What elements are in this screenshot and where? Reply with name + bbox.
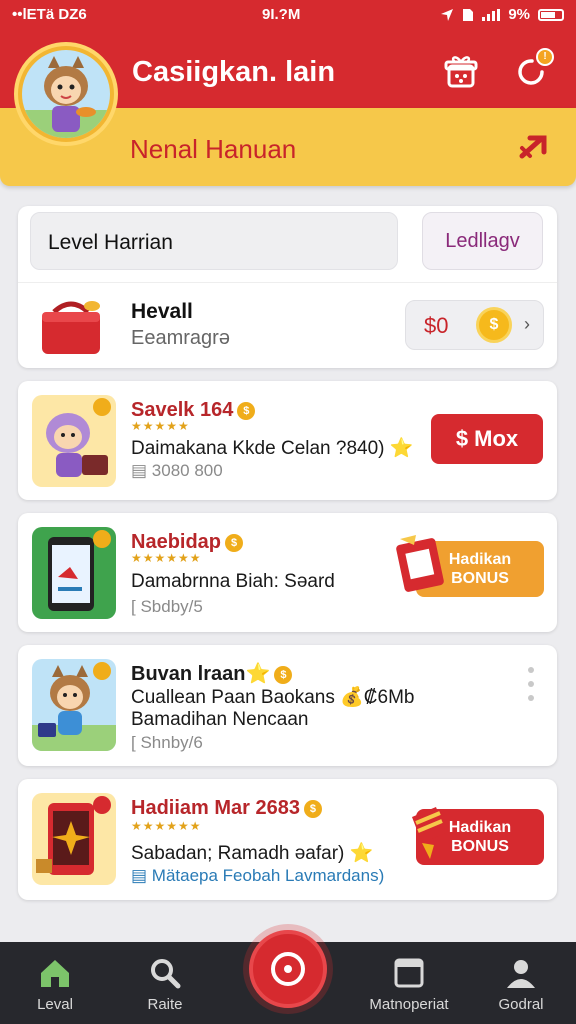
item-description: Damabrnna Biah: Səard [131, 571, 335, 592]
home-icon [41, 960, 69, 987]
level-button[interactable]: Ledllagv [422, 212, 543, 270]
item-description: Sabadan; Ramadh əafar) ⭐ [131, 843, 374, 864]
carrier-label: ••lETä Ǳ6 [12, 6, 87, 23]
coin-icon: $ [237, 402, 256, 420]
rating-stars: ★★★★★★ [131, 551, 202, 565]
max-button[interactable]: $ Mox [431, 414, 543, 464]
list-item[interactable]: Naebidap $ ★★★★★★ Damabrnna Biah: Səard [… [18, 513, 557, 632]
coin-balance-button[interactable]: $0 $ › [405, 300, 544, 350]
nav-label: Godral [498, 996, 544, 1013]
avatar[interactable] [14, 42, 118, 146]
sim-icon [463, 8, 474, 21]
item-meta: [ Shnby/6 [131, 733, 203, 752]
phone-icon [36, 796, 111, 875]
chevron-right-icon: › [524, 314, 530, 334]
battery-percent: 9% [508, 6, 530, 23]
level-item-subtitle: Eeamragrə [131, 327, 230, 349]
gift-icon[interactable] [442, 52, 480, 90]
item-title: Buvan lraan⭐ $ [131, 661, 293, 686]
item-meta: ▤ Mätaepa Feobah Lavmardans) [131, 866, 385, 885]
search-icon [151, 959, 181, 989]
list-item[interactable]: Savelk 164 $ ★★★★★ Daimakana Kkde Celan ?… [18, 381, 557, 500]
nav-label: Matnoperiat [369, 996, 449, 1013]
coin-value: $0 [424, 313, 449, 338]
item-meta: ▤ 3080 800 [131, 461, 223, 480]
phone-icon [48, 530, 111, 611]
rating-stars: ★★★★★★ [131, 819, 202, 833]
avatar-illustration [22, 50, 110, 138]
status-icons: 9% [440, 6, 564, 23]
rating-stars: ★★★★★ [131, 419, 190, 433]
item-thumbnail [32, 527, 116, 619]
divider [18, 282, 557, 283]
character-icon [32, 662, 116, 751]
status-bar: ••lETä Ǳ6 9I.?M 9% [0, 4, 576, 26]
signal-icon [482, 8, 501, 21]
character-icon [22, 56, 110, 138]
nav-item-matnoperiat[interactable]: Matnoperiat [359, 942, 459, 1024]
coin-icon: $ [274, 666, 293, 684]
page-title: Casiigkan. lain [132, 56, 336, 88]
item-description-2: Bamadihan Nencaan [131, 709, 309, 730]
location-icon [441, 8, 454, 21]
character-icon [46, 398, 111, 477]
item-meta: [ Sbdby/5 [131, 597, 203, 616]
arrow-icon[interactable] [518, 130, 552, 164]
nav-label: Raite [147, 996, 183, 1013]
profile-icon [507, 960, 535, 988]
nav-item-godral[interactable]: Godral [471, 942, 571, 1024]
level-field-label: Level Harrian [48, 231, 173, 254]
gift-card-icon [396, 535, 444, 592]
level-item-title: Hevall [131, 300, 193, 323]
item-title: Hadiiam Mar 2683 $ [131, 797, 322, 820]
level-field[interactable]: Level Harrian [30, 212, 398, 270]
record-button[interactable] [249, 930, 327, 1008]
item-thumbnail [32, 395, 116, 487]
battery-icon [538, 8, 564, 21]
basket-icon [42, 301, 100, 354]
list-item[interactable]: Hadiiam Mar 2683 $ ★★★★★★ Sabadan; Ramadh… [18, 779, 557, 900]
record-icon [271, 952, 305, 986]
item-description: Daimakana Kkde Celan ?840) ⭐ [131, 438, 414, 459]
level-card: Level Harrian Ledllagv Hevall Eeamragrə … [18, 206, 557, 368]
coin-icon: $ [476, 307, 512, 343]
item-description: Cuallean Paan Baokans 💰₡6Mb [131, 687, 415, 708]
calendar-icon [394, 958, 424, 988]
notification-badge: ! [536, 48, 554, 66]
ribbon-icon [412, 807, 446, 859]
clock: 9I.?M [262, 6, 301, 23]
more-options-icon[interactable] [526, 667, 536, 715]
coin-icon: $ [303, 800, 322, 818]
item-thumbnail [32, 659, 116, 751]
nav-item-raite[interactable]: Raite [115, 942, 215, 1024]
banner-title: Nenal Hanuan [130, 134, 297, 164]
item-thumbnail [32, 793, 116, 885]
nav-item-leval[interactable]: Leval [5, 942, 105, 1024]
nav-label: Leval [37, 996, 73, 1013]
coin-icon: $ [225, 534, 244, 552]
list-item[interactable]: Buvan lraan⭐ $ Cuallean Paan Baokans 💰₡6M… [18, 645, 557, 766]
